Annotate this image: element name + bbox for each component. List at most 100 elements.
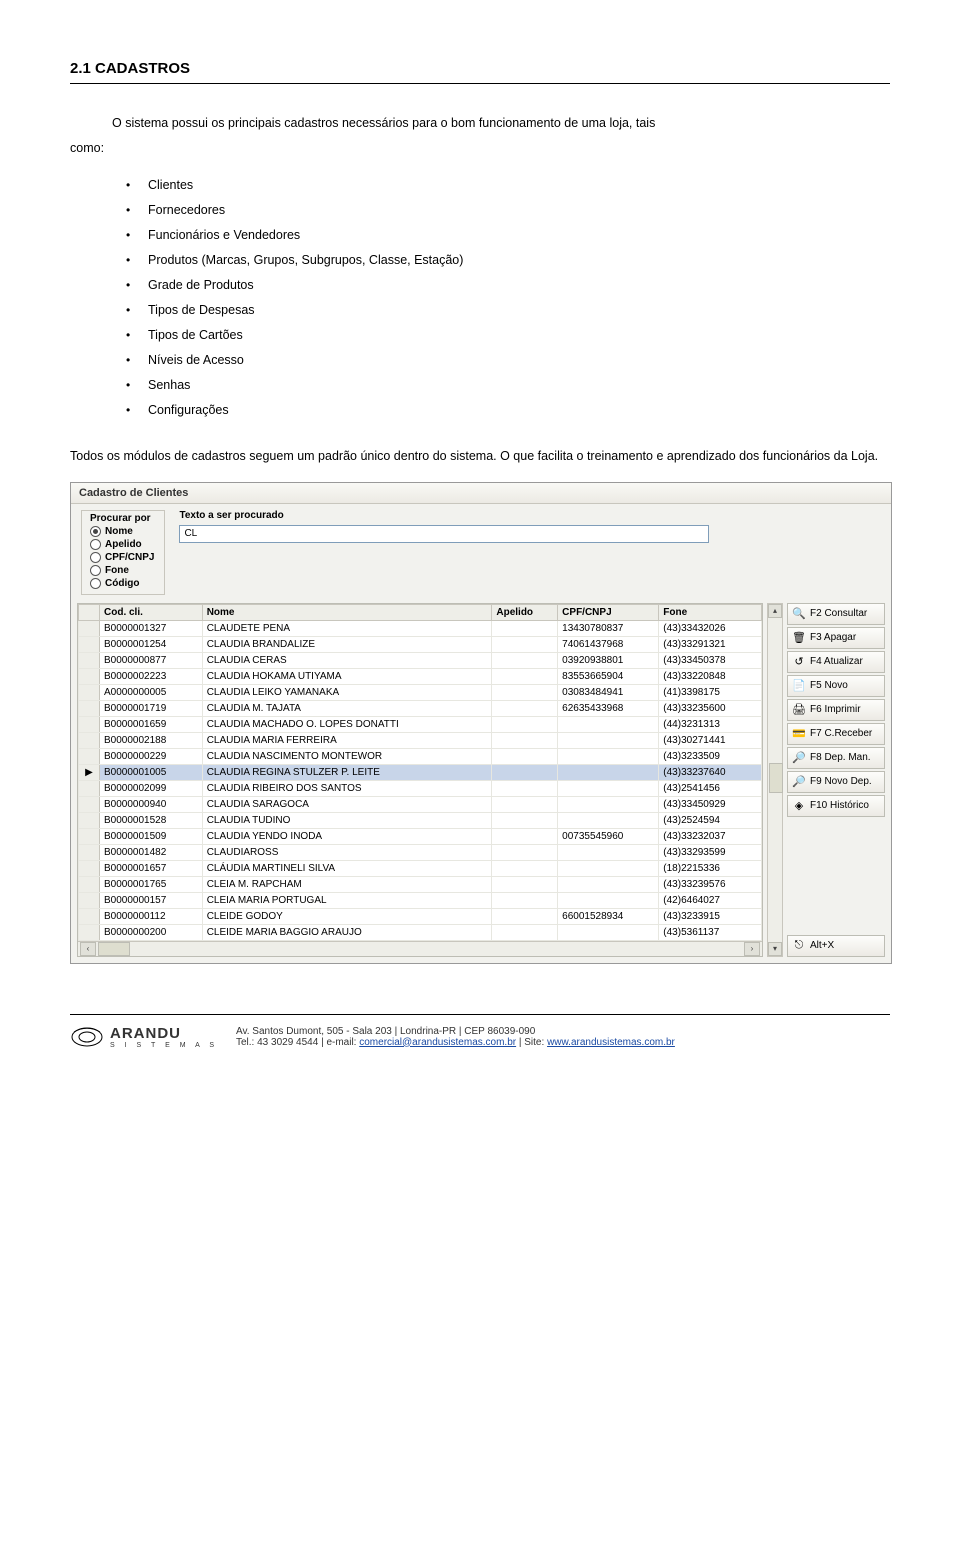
f6-imprimir-button[interactable]: 🖨F6 Imprimir [787, 699, 885, 721]
radio-label: CPF/CNPJ [105, 551, 154, 564]
table-row[interactable]: B0000001254CLAUDIA BRANDALIZE74061437968… [79, 636, 762, 652]
radio-icon [90, 565, 101, 576]
search-by-option-nome[interactable]: Nome [90, 525, 154, 538]
cell-cpf [558, 780, 659, 796]
vertical-scrollbar[interactable]: ▴ ▾ [767, 603, 783, 957]
table-row[interactable]: B0000001509CLAUDIA YENDO INODA0073554596… [79, 828, 762, 844]
cell-apelido [492, 684, 558, 700]
search-input[interactable] [179, 525, 709, 543]
table-row[interactable]: B0000001657CLÁUDIA MARTINELI SILVA(18)22… [79, 860, 762, 876]
cell-nome: CLAUDIA REGINA STULZER P. LEITE [202, 764, 492, 780]
search-by-option-c-digo[interactable]: Código [90, 577, 154, 590]
table-row[interactable]: B0000002223CLAUDIA HOKAMA UTIYAMA8355366… [79, 668, 762, 684]
f4-atualizar-icon: ↺ [792, 655, 806, 669]
horizontal-scrollbar[interactable]: ‹ › [78, 941, 762, 956]
row-marker [79, 732, 100, 748]
cell-cpf: 00735545960 [558, 828, 659, 844]
cell-cod: B0000002223 [100, 668, 203, 684]
search-by-option-apelido[interactable]: Apelido [90, 538, 154, 551]
table-row[interactable]: B0000001327CLAUDETE PENA13430780837(43)3… [79, 620, 762, 636]
brand-logo: ARANDU S I S T E M A S [70, 1025, 218, 1049]
table-row[interactable]: B0000001659CLAUDIA MACHADO O. LOPES DONA… [79, 716, 762, 732]
f8-dep-man--icon: 🔎 [792, 751, 806, 765]
scroll-up-icon[interactable]: ▴ [768, 604, 782, 618]
row-marker [79, 796, 100, 812]
table-row[interactable]: B0000000157CLEIA MARIA PORTUGAL(42)64640… [79, 892, 762, 908]
cell-cpf: 74061437968 [558, 636, 659, 652]
button-label: F7 C.Receber [810, 728, 872, 739]
footer-email-link[interactable]: comercial@arandusistemas.com.br [359, 1037, 516, 1048]
table-row[interactable]: B0000000229CLAUDIA NASCIMENTO MONTEWOR(4… [79, 748, 762, 764]
scroll-left-icon[interactable]: ‹ [80, 942, 96, 956]
cell-apelido [492, 700, 558, 716]
row-marker [79, 636, 100, 652]
button-label: F3 Apagar [810, 632, 856, 643]
search-text-label: Texto a ser procurado [179, 510, 881, 521]
search-by-option-cpf-cnpj[interactable]: CPF/CNPJ [90, 551, 154, 564]
column-header[interactable]: Nome [202, 604, 492, 620]
table-row[interactable]: B0000000940CLAUDIA SARAGOCA(43)33450929 [79, 796, 762, 812]
scroll-right-icon[interactable]: › [744, 942, 760, 956]
column-header[interactable]: CPF/CNPJ [558, 604, 659, 620]
radio-label: Código [105, 577, 139, 590]
footer-tel-email-prefix: Tel.: 43 3029 4544 | e-mail: [236, 1037, 359, 1048]
f5-novo-button[interactable]: 📄F5 Novo [787, 675, 885, 697]
cell-cpf [558, 876, 659, 892]
table-row[interactable]: ▶B0000001005CLAUDIA REGINA STULZER P. LE… [79, 764, 762, 780]
radio-label: Fone [105, 564, 129, 577]
alt-x-button[interactable]: ⎋Alt+X [787, 935, 885, 957]
cell-apelido [492, 764, 558, 780]
radio-icon [90, 526, 101, 537]
f2-consultar-button[interactable]: 🔍F2 Consultar [787, 603, 885, 625]
results-grid[interactable]: Cod. cli.NomeApelidoCPF/CNPJFone B000000… [77, 603, 763, 957]
f10-hist-rico-button[interactable]: ◈F10 Histórico [787, 795, 885, 817]
cell-cod: B0000001719 [100, 700, 203, 716]
table-row[interactable]: B0000002099CLAUDIA RIBEIRO DOS SANTOS(43… [79, 780, 762, 796]
cell-cpf [558, 860, 659, 876]
footer-rule [70, 1014, 890, 1015]
dialog-titlebar: Cadastro de Clientes [71, 483, 891, 504]
button-label: F10 Histórico [810, 800, 869, 811]
cell-cod: B0000001528 [100, 812, 203, 828]
column-header[interactable]: Fone [659, 604, 762, 620]
table-row[interactable]: A0000000005CLAUDIA LEIKO YAMANAKA0308348… [79, 684, 762, 700]
table-row[interactable]: B0000001528CLAUDIA TUDINO(43)2524594 [79, 812, 762, 828]
bullet-item: Clientes [126, 173, 890, 198]
table-row[interactable]: B0000000112CLEIDE GODOY66001528934(43)32… [79, 908, 762, 924]
cell-nome: CLAUDIA CERAS [202, 652, 492, 668]
cell-cod: B0000001327 [100, 620, 203, 636]
cell-apelido [492, 716, 558, 732]
cell-fone: (43)33450929 [659, 796, 762, 812]
scroll-down-icon[interactable]: ▾ [768, 942, 782, 956]
cell-apelido [492, 780, 558, 796]
table-row[interactable]: B0000000877CLAUDIA CERAS03920938801(43)3… [79, 652, 762, 668]
scroll-thumb[interactable] [98, 942, 130, 956]
f7-c-receber-button[interactable]: 💳F7 C.Receber [787, 723, 885, 745]
table-row[interactable]: B0000000200CLEIDE MARIA BAGGIO ARAUJO(43… [79, 924, 762, 940]
cell-apelido [492, 860, 558, 876]
column-header[interactable]: Cod. cli. [100, 604, 203, 620]
footer-site-link[interactable]: www.arandusistemas.com.br [547, 1037, 675, 1048]
table-row[interactable]: B0000001482CLAUDIAROSS(43)33293599 [79, 844, 762, 860]
column-header[interactable]: Apelido [492, 604, 558, 620]
radio-icon [90, 552, 101, 563]
cell-apelido [492, 924, 558, 940]
cell-fone: (43)3233915 [659, 908, 762, 924]
table-row[interactable]: B0000002188CLAUDIA MARIA FERREIRA(43)302… [79, 732, 762, 748]
table-row[interactable]: B0000001765CLEIA M. RAPCHAM(43)33239576 [79, 876, 762, 892]
search-by-option-fone[interactable]: Fone [90, 564, 154, 577]
cell-apelido [492, 620, 558, 636]
cell-fone: (41)3398175 [659, 684, 762, 700]
f9-novo-dep--button[interactable]: 🔎F9 Novo Dep. [787, 771, 885, 793]
f3-apagar-button[interactable]: 🗑F3 Apagar [787, 627, 885, 649]
f8-dep-man--button[interactable]: 🔎F8 Dep. Man. [787, 747, 885, 769]
vscroll-thumb[interactable] [769, 763, 783, 793]
cell-nome: CLAUDIA SARAGOCA [202, 796, 492, 812]
cell-nome: CLAUDIA NASCIMENTO MONTEWOR [202, 748, 492, 764]
page-footer: ARANDU S I S T E M A S Av. Santos Dumont… [70, 1025, 890, 1049]
f4-atualizar-button[interactable]: ↺F4 Atualizar [787, 651, 885, 673]
radio-icon [90, 578, 101, 589]
table-row[interactable]: B0000001719CLAUDIA M. TAJATA62635433968(… [79, 700, 762, 716]
cell-apelido [492, 828, 558, 844]
intro-text: O sistema possui os principais cadastros… [112, 112, 890, 135]
